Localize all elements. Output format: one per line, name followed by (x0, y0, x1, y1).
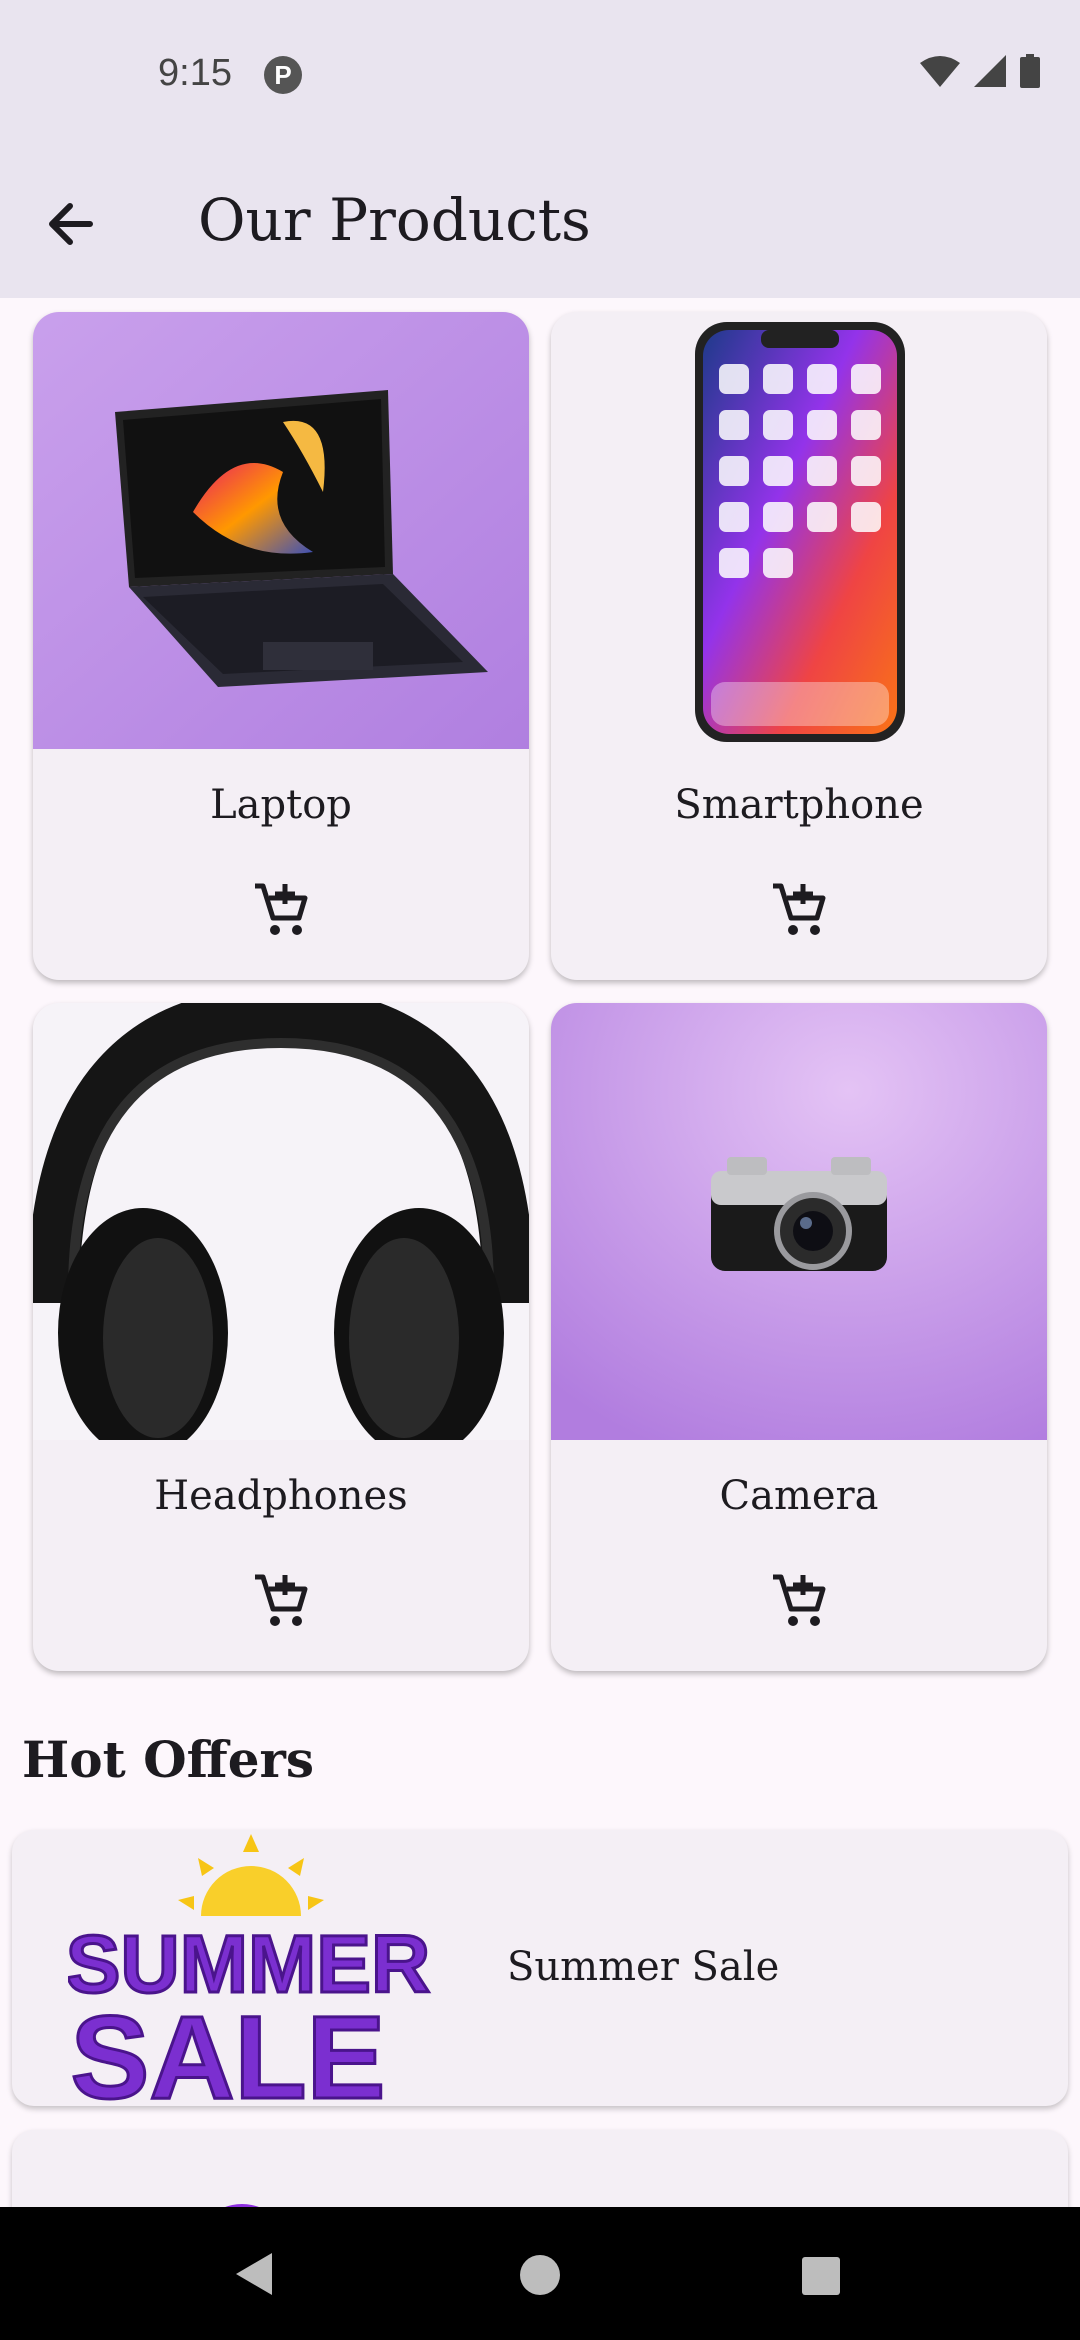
wifi-icon (920, 56, 960, 87)
battery-icon (1020, 54, 1040, 88)
summer-sale-graphic: SUMMER SALE (68, 1834, 432, 2106)
product-card-camera[interactable]: Camera (551, 1003, 1047, 1671)
app-bar: Our Products (0, 150, 1080, 298)
nav-back-icon[interactable] (232, 2251, 276, 2297)
product-name: Headphones (154, 1473, 408, 1519)
section-title-hot-offers: Hot Offers (22, 1730, 314, 1789)
product-card-smartphone[interactable]: Smartphone (551, 312, 1047, 980)
system-nav-bar (0, 2207, 1080, 2340)
status-time: 9:15 (158, 52, 232, 94)
product-name: Camera (719, 1473, 879, 1519)
nav-home-icon[interactable] (518, 2253, 562, 2297)
page-title: Our Products (198, 186, 591, 254)
offer-label: Summer Sale (507, 1944, 780, 1990)
status-bar: 9:15 P (0, 0, 1080, 150)
nav-recents-icon[interactable] (800, 2255, 842, 2297)
product-card-laptop[interactable]: Laptop (33, 312, 529, 980)
app-notification-icon: P (264, 56, 302, 94)
product-name: Laptop (210, 782, 352, 828)
smartphone-image (551, 312, 1047, 749)
add-to-cart-icon[interactable] (769, 880, 829, 940)
headphones-image (33, 1003, 529, 1440)
laptop-image (33, 312, 529, 749)
offer-card-summer-sale[interactable]: SUMMER SALE Summer Sale (12, 1830, 1068, 2106)
summer-sale-graphic-line2: SALE (71, 1992, 386, 2106)
product-name: Smartphone (674, 782, 924, 828)
signal-icon (974, 55, 1006, 87)
camera-image (551, 1003, 1047, 1440)
add-to-cart-icon[interactable] (251, 1571, 311, 1631)
add-to-cart-icon[interactable] (251, 880, 311, 940)
add-to-cart-icon[interactable] (769, 1571, 829, 1631)
status-icons (920, 54, 1040, 88)
back-arrow-icon[interactable] (40, 192, 114, 256)
product-card-headphones[interactable]: Headphones (33, 1003, 529, 1671)
